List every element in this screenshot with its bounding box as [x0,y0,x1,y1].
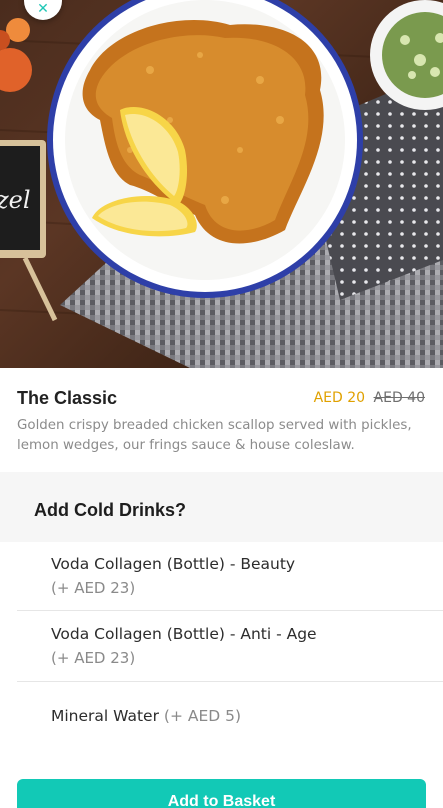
product-photo: zel ✕ [0,0,443,368]
add-to-basket-label: Add to Basket [167,793,276,808]
price-block: AED 20 AED 40 [314,390,425,406]
price-current: AED 20 [313,390,366,406]
product-photo-illustration: zel [0,0,443,368]
option-name-row: Mineral Water (+ AED 5) [51,707,241,725]
option-extra-price: (+ AED 23) [51,649,136,667]
price-original: AED 40 [373,390,425,406]
option-extra-price: (+ AED 5) [163,707,242,725]
options-section-title: Add Cold Drinks? [34,500,186,520]
product-description: Golden crispy breaded chicken scallop se… [17,418,412,453]
options-section-header: Add Cold Drinks? [0,472,443,542]
option-name: Voda Collagen (Bottle) - Beauty [51,555,296,573]
close-icon: ✕ [37,1,49,17]
add-to-basket-button[interactable]: Add to Basket [17,779,426,808]
option-item[interactable]: Mineral Water (+ AED 5) [17,682,443,753]
product-name: The Classic [17,388,118,408]
option-extra-price: (+ AED 23) [51,579,136,597]
option-name: Voda Collagen (Bottle) - Anti - Age [51,625,317,643]
option-item[interactable]: Voda Collagen (Bottle) - Beauty (+ AED 2… [17,542,443,611]
chalkboard-text: zel [0,186,31,214]
bottom-bar: Add to Basket [0,752,443,808]
option-name: Mineral Water [51,707,159,725]
option-item[interactable]: Voda Collagen (Bottle) - Anti - Age (+ A… [17,611,443,682]
product-info: The Classic AED 20 AED 40 Golden crispy … [0,368,443,472]
